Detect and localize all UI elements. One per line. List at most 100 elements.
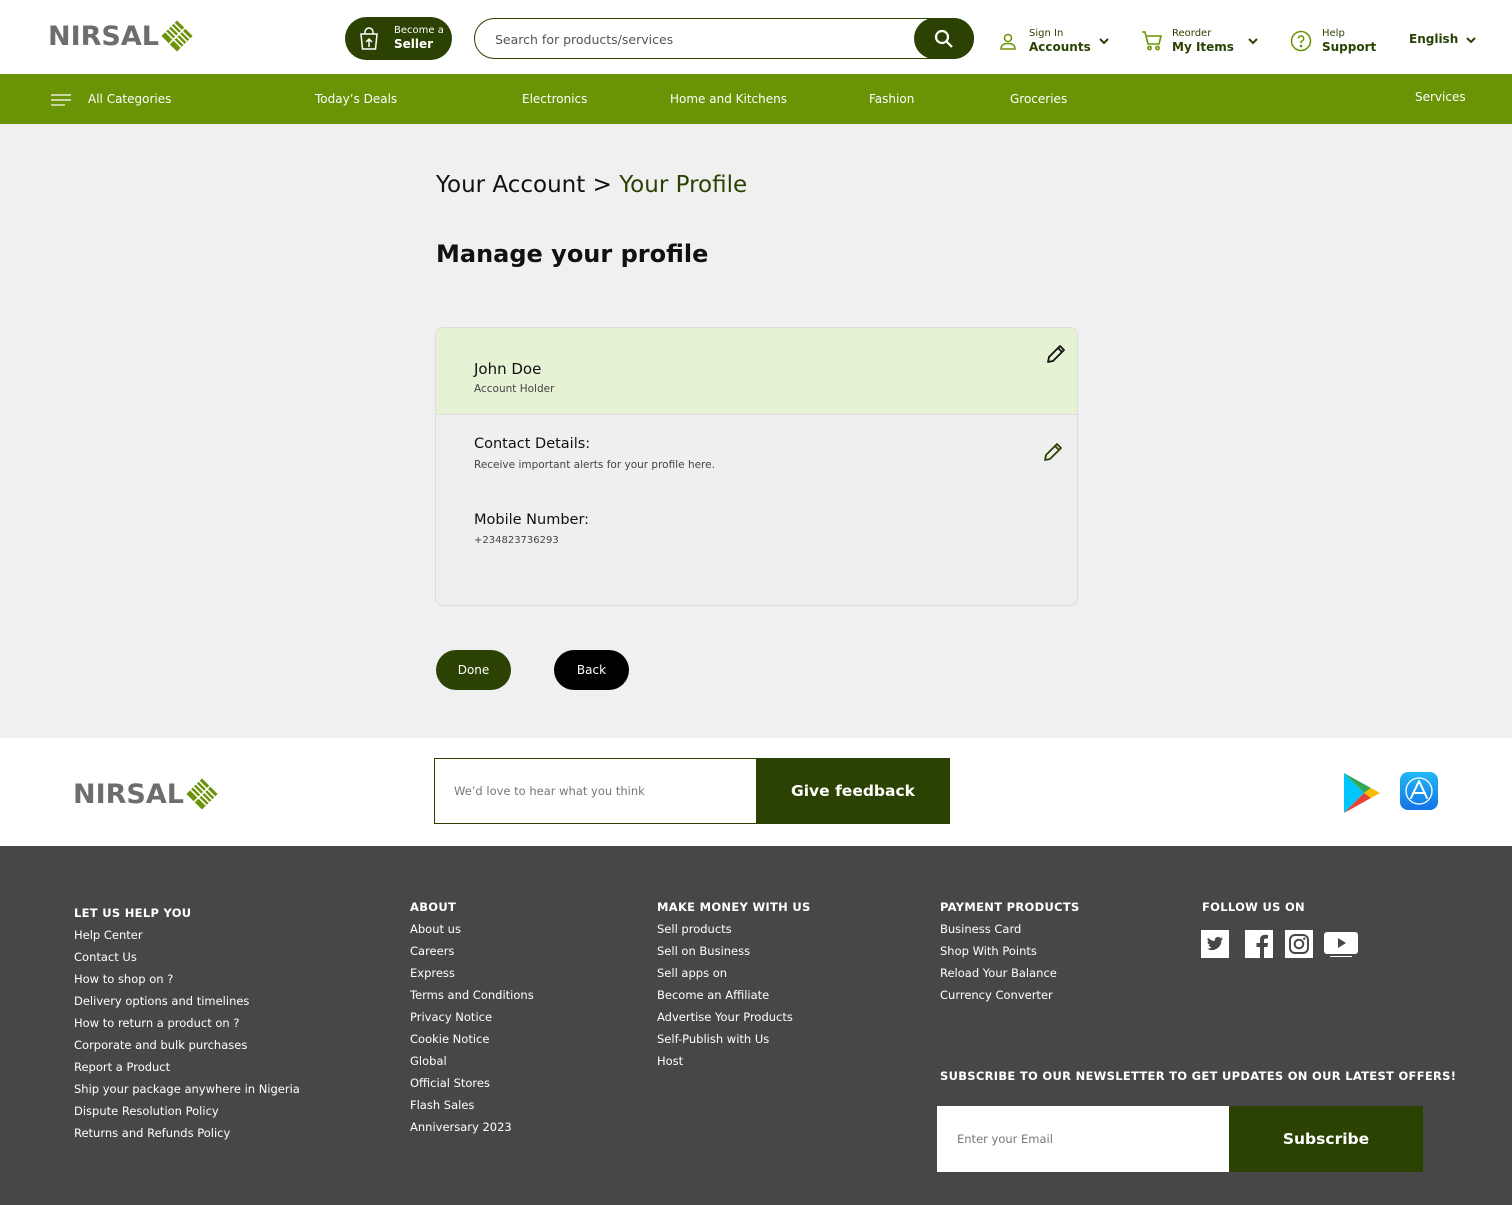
breadcrumb-current: Your Profile [619,172,748,198]
accounts-label: Accounts [1029,40,1091,54]
category-bar: All Categories Today’s Deals Electronics… [0,74,1512,124]
footer-money-column: MAKE MONEY WITH US Sell products Sell on … [657,900,811,1076]
services-link[interactable]: Services [1415,90,1466,104]
footer-link[interactable]: Express [410,966,534,988]
footer-about-title: ABOUT [410,900,457,914]
footer-follow-column: FOLLOW US ON [1202,900,1305,922]
footer-link[interactable]: Report a Product [74,1060,300,1082]
question-circle-icon [1290,30,1312,52]
newsletter-email-input[interactable] [937,1106,1230,1172]
help-label: Help [1322,28,1345,39]
all-categories-link[interactable]: All Categories [88,92,171,106]
footer-link[interactable]: Dispute Resolution Policy [74,1104,300,1126]
feedback-input[interactable] [434,758,758,824]
footer-link[interactable]: About us [410,922,534,944]
give-feedback-button[interactable]: Give feedback [756,758,950,824]
footer-link[interactable]: Official Stores [410,1076,534,1098]
search-input[interactable] [495,28,915,50]
category-electronics[interactable]: Electronics [522,92,587,106]
sign-in-label: Sign In [1029,28,1064,39]
footer-link[interactable]: Reload Your Balance [940,966,1080,988]
footer-link[interactable]: Self-Publish with Us [657,1032,811,1054]
language-label: English [1409,32,1459,46]
footer-link[interactable]: Cookie Notice [410,1032,534,1054]
shopping-bag-upload-icon [360,26,378,50]
footer-link[interactable]: Global [410,1054,534,1076]
edit-name-pencil-icon[interactable] [1045,343,1067,365]
profile-header: John Doe Account Holder [436,328,1077,415]
app-store-icon[interactable] [1400,772,1438,810]
chevron-down-icon [1248,38,1258,45]
youtube-icon[interactable] [1324,930,1358,958]
mobile-number-value: +234823736293 [474,535,559,546]
chevron-down-icon [1466,36,1476,43]
footer-link[interactable]: Returns and Refunds Policy [74,1126,300,1148]
footer-link[interactable]: Corporate and bulk purchases [74,1038,300,1060]
search-bar [474,18,974,59]
breadcrumb-separator: > [592,172,612,198]
footer-link[interactable]: Sell products [657,922,811,944]
footer-link[interactable]: Shop With Points [940,944,1080,966]
logo-wordmark: NIRSAL [73,778,184,810]
mobile-number-label: Mobile Number: [474,512,590,528]
seller-line1: Become a [394,25,444,36]
become-seller-button[interactable]: Become a Seller [345,17,452,60]
feedback-band: NIRSAL Give feedback [0,738,1512,846]
chevron-down-icon [1099,38,1109,45]
footer-link[interactable]: Flash Sales [410,1098,534,1120]
menu-icon[interactable] [51,94,71,106]
footer-link[interactable]: Terms and Conditions [410,988,534,1010]
user-icon [1000,33,1016,50]
done-button[interactable]: Done [436,650,511,690]
logo-mark-icon [161,20,193,52]
footer-link[interactable]: How to shop on ? [74,972,300,994]
footer-payment-title: PAYMENT PRODUCTS [940,900,1080,914]
edit-contact-pencil-icon[interactable] [1042,441,1064,463]
help-support-link[interactable]: Help Support [1290,27,1376,55]
footer-link[interactable]: Anniversary 2023 [410,1120,534,1142]
profile-name: John Doe [474,360,542,378]
footer-follow-title: FOLLOW US ON [1202,900,1305,914]
help-text: Help Support [1322,27,1376,55]
nirsal-logo[interactable]: NIRSAL [48,20,193,52]
seller-button-text: Become a Seller [394,25,444,52]
google-play-icon[interactable] [1343,772,1381,814]
reorder-menu[interactable]: Reorder My Items [1141,27,1258,55]
seller-line2: Seller [394,37,434,51]
footer-link[interactable]: Host [657,1054,811,1076]
page-title: Manage your profile [436,240,709,268]
my-items-label: My Items [1172,40,1234,54]
category-todays-deals[interactable]: Today’s Deals [315,92,397,106]
footer-link[interactable]: Ship your package anywhere in Nigeria [74,1082,300,1104]
footer-link[interactable]: Privacy Notice [410,1010,534,1032]
footer-link[interactable]: Become an Affiliate [657,988,811,1010]
category-groceries[interactable]: Groceries [1010,92,1067,106]
category-fashion[interactable]: Fashion [869,92,914,106]
twitter-icon[interactable] [1201,930,1229,958]
breadcrumb-parent[interactable]: Your Account [436,172,585,198]
newsletter-title: SUBSCRIBE TO OUR NEWSLETTER TO GET UPDAT… [940,1069,1457,1083]
accounts-menu[interactable]: Sign In Accounts [998,27,1109,55]
footer-link[interactable]: Contact Us [74,950,300,972]
footer-link[interactable]: Help Center [74,928,300,950]
contact-details-description: Receive important alerts for your profil… [474,459,715,471]
search-button[interactable] [914,18,974,59]
footer-link[interactable]: Advertise Your Products [657,1010,811,1032]
logo-mark-icon [186,778,218,810]
subscribe-button[interactable]: Subscribe [1229,1106,1423,1172]
facebook-icon[interactable] [1245,930,1273,958]
profile-card: John Doe Account Holder Contact Details:… [435,327,1078,606]
language-selector[interactable]: English [1409,32,1476,47]
footer-link[interactable]: Business Card [940,922,1080,944]
footer-link[interactable]: Sell on Business [657,944,811,966]
footer-link[interactable]: Currency Converter [940,988,1080,1010]
back-button[interactable]: Back [554,650,629,690]
instagram-icon[interactable] [1285,930,1313,958]
footer-nirsal-logo[interactable]: NIRSAL [73,778,218,810]
footer-link[interactable]: Careers [410,944,534,966]
footer-link[interactable]: Delivery options and timelines [74,994,300,1016]
category-home-kitchens[interactable]: Home and Kitchens [670,92,787,106]
footer-link[interactable]: Sell apps on [657,966,811,988]
footer-link[interactable]: How to return a product on ? [74,1016,300,1038]
profile-role: Account Holder [474,383,555,395]
